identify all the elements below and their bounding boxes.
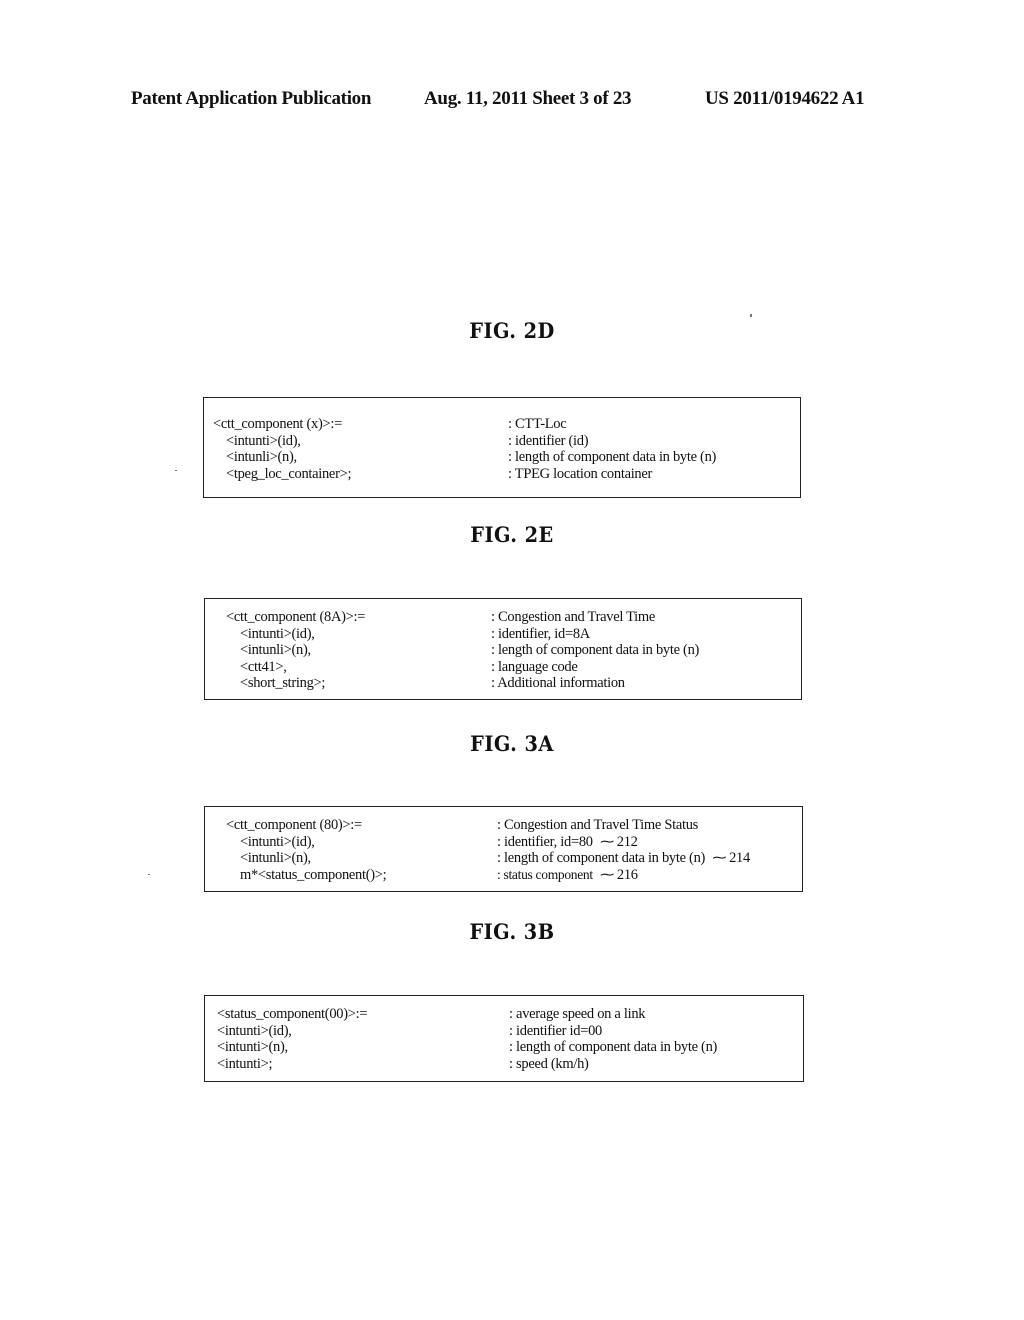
leader-line-icon: ⁓ (600, 834, 614, 850)
syntax-code: <intunli>(n), (226, 449, 297, 465)
syntax-code: <tpeg_loc_container>; (226, 465, 352, 482)
syntax-description: : length of component data in byte (n) (508, 449, 717, 465)
syntax-row: <intunti>(id), : identifier (id) (204, 433, 800, 450)
syntax-code: <short_string>; (240, 675, 326, 691)
syntax-description: : length of component data in byte (n) ⁓… (497, 850, 750, 868)
figure-label-2e: FIG. 2E (470, 522, 554, 547)
syntax-description: : identifier, id=80 ⁓ 212 (497, 834, 638, 852)
syntax-code: <intunti>(id), (217, 1022, 292, 1039)
syntax-row: <short_string>; : Additional information (205, 675, 801, 692)
syntax-description: : Additional information (491, 675, 625, 691)
syntax-code: <intunti>(id), (226, 432, 301, 449)
page-header: Patent Application Publication Aug. 11, … (0, 88, 1024, 114)
leader-line-icon: ⁓ (600, 867, 614, 883)
syntax-row: <status_component(00)>:= : average speed… (205, 1006, 803, 1023)
syntax-row: <ctt_component (x)>:= : CTT-Loc (204, 416, 800, 433)
syntax-code: <intunli>(n), (240, 850, 311, 866)
reference-numeral: ⁓ 212 (600, 834, 638, 852)
publication-date-sheet: Aug. 11, 2011 Sheet 3 of 23 (424, 88, 632, 109)
syntax-description: : speed (km/h) (509, 1055, 589, 1072)
syntax-row: <ctt_component (8A)>:= : Congestion and … (205, 609, 801, 626)
figure-2e-syntax-box: <ctt_component (8A)>:= : Congestion and … (204, 598, 802, 700)
scan-speck (750, 314, 752, 317)
syntax-description: : TPEG location container (508, 465, 653, 482)
reference-numeral: ⁓ 216 (600, 867, 638, 885)
syntax-row: <intunti>(id), : identifier id=00 (205, 1023, 803, 1040)
syntax-code: <ctt_component (x)>:= (213, 416, 342, 432)
syntax-row: <intunti>; : speed (km/h) (205, 1056, 803, 1073)
syntax-code: <ctt_component (80)>:= (226, 817, 362, 833)
syntax-description: : Congestion and Travel Time (491, 609, 656, 625)
syntax-row: <intunti>(n), : length of component data… (205, 1039, 803, 1056)
figure-label-3a: FIG. 3A (470, 731, 554, 756)
syntax-row: <intunli>(n), : length of component data… (204, 449, 800, 466)
syntax-description-text: : status component (497, 866, 593, 882)
syntax-code: m*<status_component()>; (240, 866, 387, 883)
reference-number: 212 (616, 833, 638, 850)
syntax-code: <ctt_component (8A)>:= (226, 609, 366, 625)
syntax-description: : identifier, id=8A (491, 625, 590, 642)
syntax-row: <ctt41>, : language code (205, 659, 801, 676)
figure-2d-syntax-box: <ctt_component (x)>:= : CTT-Loc <intunti… (203, 397, 801, 498)
publication-type: Patent Application Publication (131, 88, 372, 109)
figure-3b-syntax-box: <status_component(00)>:= : average speed… (204, 995, 804, 1082)
syntax-description: : language code (491, 658, 578, 675)
syntax-description: : length of component data in byte (n) (491, 642, 700, 658)
syntax-description: : average speed on a link (509, 1006, 646, 1022)
syntax-description: : Congestion and Travel Time Status (497, 817, 698, 833)
syntax-row: <intunli>(n), : length of component data… (205, 642, 801, 659)
syntax-code: <intunti>; (217, 1055, 273, 1072)
scan-speck (148, 874, 150, 875)
scan-speck (175, 470, 177, 471)
publication-number: US 2011/0194622 A1 (705, 88, 865, 109)
syntax-row: <intunti>(id), : identifier, id=8A (205, 626, 801, 643)
syntax-row: <intunti>(id), : identifier, id=80 ⁓ 212 (205, 834, 802, 851)
syntax-row: <ctt_component (80)>:= : Congestion and … (205, 817, 802, 834)
syntax-description-text: : identifier, id=80 (497, 833, 593, 850)
syntax-code: <intunti>(id), (240, 833, 315, 850)
syntax-row: m*<status_component()>; : status compone… (205, 867, 802, 884)
syntax-row: <intunli>(n), : length of component data… (205, 850, 802, 867)
syntax-description: : status component ⁓ 216 (497, 867, 638, 885)
reference-number: 214 (729, 850, 750, 866)
syntax-description: : CTT-Loc (508, 416, 567, 432)
syntax-description: : identifier (id) (508, 432, 589, 449)
syntax-code: <ctt41>, (240, 658, 287, 675)
syntax-description: : length of component data in byte (n) (509, 1039, 718, 1055)
reference-number: 216 (616, 866, 638, 883)
syntax-row: <tpeg_loc_container>; : TPEG location co… (204, 466, 800, 483)
syntax-description: : identifier id=00 (509, 1022, 602, 1039)
syntax-code: <intunli>(n), (240, 642, 311, 658)
syntax-code: <intunti>(n), (217, 1039, 288, 1055)
syntax-description-text: : length of component data in byte (n) (497, 850, 706, 866)
syntax-code: <status_component(00)>:= (217, 1006, 368, 1022)
reference-numeral: ⁓ 214 (712, 850, 750, 868)
figure-3a-syntax-box: <ctt_component (80)>:= : Congestion and … (204, 806, 803, 892)
leader-line-icon: ⁓ (712, 851, 727, 866)
figure-label-3b: FIG. 3B (469, 919, 555, 944)
syntax-code: <intunti>(id), (240, 625, 315, 642)
figure-label-2d: FIG. 2D (469, 318, 555, 343)
